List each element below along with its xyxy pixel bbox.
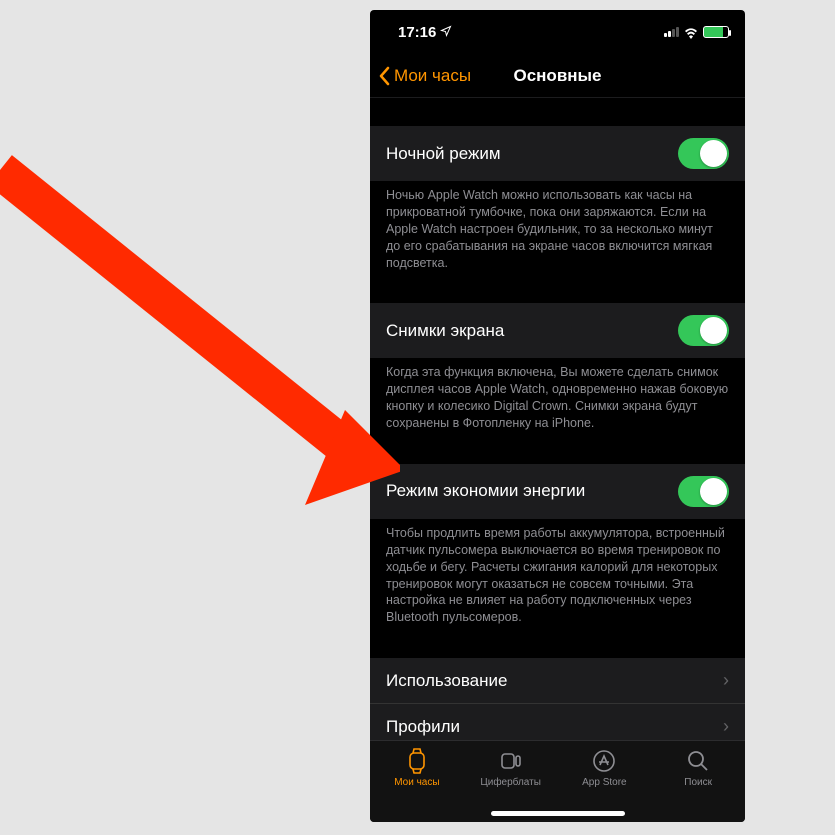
annotation-arrow	[0, 150, 400, 530]
search-icon	[684, 747, 712, 775]
profiles-label: Профили	[386, 717, 460, 737]
screenshots-desc: Когда эта функция включена, Вы можете сд…	[370, 358, 745, 432]
tab-label: App Store	[582, 777, 626, 788]
nav-bar: Мои часы Основные	[370, 54, 745, 98]
tab-my-watch[interactable]: Мои часы	[370, 747, 464, 788]
settings-content[interactable]: Ночной режим Ночью Apple Watch можно исп…	[370, 98, 745, 740]
chevron-right-icon: ›	[723, 716, 729, 737]
chevron-left-icon	[378, 66, 390, 86]
tab-label: Циферблаты	[480, 777, 541, 788]
power-saving-row[interactable]: Режим экономии энергии	[370, 464, 745, 519]
tab-bar: Мои часы Циферблаты App Store Поиск	[370, 740, 745, 822]
power-saving-label: Режим экономии энергии	[386, 481, 585, 501]
status-bar: 17:16	[370, 10, 745, 54]
tab-app-store[interactable]: App Store	[558, 747, 652, 788]
screenshots-label: Снимки экрана	[386, 321, 504, 341]
back-button[interactable]: Мои часы	[378, 66, 471, 86]
back-label: Мои часы	[394, 66, 471, 86]
tab-label: Мои часы	[394, 777, 439, 788]
night-mode-desc: Ночью Apple Watch можно использовать как…	[370, 181, 745, 271]
usage-label: Использование	[386, 671, 507, 691]
night-mode-label: Ночной режим	[386, 144, 501, 164]
app-store-icon	[590, 747, 618, 775]
tab-faces[interactable]: Циферблаты	[464, 747, 558, 788]
phone-frame: 17:16 Мои часы Основные Ночной режим	[370, 10, 745, 822]
screenshots-row[interactable]: Снимки экрана	[370, 303, 745, 358]
tab-search[interactable]: Поиск	[651, 747, 745, 788]
usage-row[interactable]: Использование ›	[370, 658, 745, 703]
night-mode-row[interactable]: Ночной режим	[370, 126, 745, 181]
screenshots-toggle[interactable]	[678, 315, 729, 346]
location-icon	[440, 24, 452, 41]
profiles-row[interactable]: Профили ›	[370, 703, 745, 740]
wifi-icon	[683, 26, 699, 38]
home-indicator[interactable]	[491, 811, 625, 816]
night-mode-toggle[interactable]	[678, 138, 729, 169]
cellular-icon	[664, 27, 679, 37]
power-saving-toggle[interactable]	[678, 476, 729, 507]
faces-icon	[497, 747, 525, 775]
status-time: 17:16	[398, 24, 436, 41]
chevron-right-icon: ›	[723, 670, 729, 691]
battery-icon	[703, 26, 729, 38]
tab-label: Поиск	[684, 777, 712, 788]
power-saving-desc: Чтобы продлить время работы аккумулятора…	[370, 519, 745, 626]
watch-icon	[403, 747, 431, 775]
